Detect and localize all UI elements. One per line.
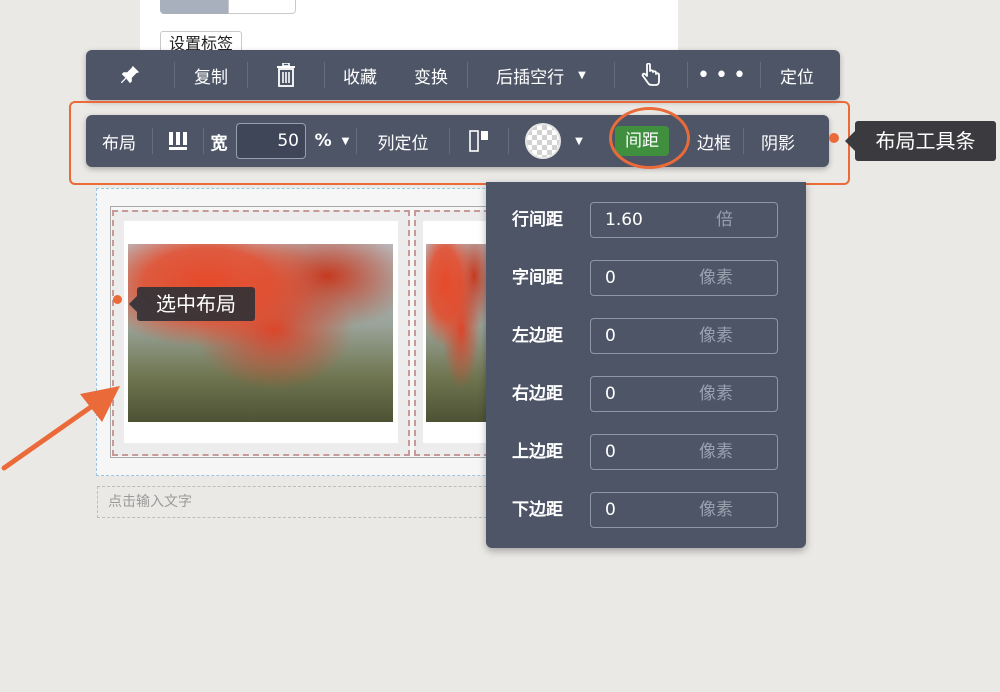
spacing-highlight-circle: [609, 107, 690, 169]
callout-dot: [829, 133, 839, 143]
field-unit: 像素: [699, 268, 733, 288]
letter-spacing-label: 字间距: [512, 268, 563, 288]
top-margin-label: 上边距: [512, 442, 563, 462]
chevron-down-icon: ▼: [578, 69, 586, 81]
arrow-icon: [1, 386, 120, 471]
bottom-margin-label: 下边距: [512, 500, 563, 520]
insert-after-button[interactable]: 后插空行 ▼: [468, 50, 614, 100]
main-toolbar: 复制 收藏 变换 后插空行 ▼ ••• 定位: [86, 50, 840, 100]
top-margin-row: 上边距 0 像素: [486, 432, 806, 472]
text-input[interactable]: 点击输入文字: [97, 486, 517, 518]
segment-left[interactable]: [160, 0, 228, 14]
selection-dot: [113, 295, 122, 304]
locate-button[interactable]: 定位: [761, 50, 833, 100]
pushpin-icon: [120, 65, 140, 84]
field-value: 0: [605, 500, 616, 520]
field-unit: 像素: [699, 500, 733, 520]
pointer-hand-icon: [641, 63, 660, 86]
left-margin-label: 左边距: [512, 326, 563, 346]
toolbar-highlight-box: [69, 101, 850, 185]
right-margin-input[interactable]: 0 像素: [590, 376, 778, 412]
left-margin-row: 左边距 0 像素: [486, 316, 806, 356]
insert-after-label: 后插空行: [496, 67, 565, 88]
field-unit: 像素: [699, 384, 733, 404]
letter-spacing-input[interactable]: 0 像素: [590, 260, 778, 296]
line-spacing-input[interactable]: 1.60 倍: [590, 202, 778, 238]
delete-button[interactable]: [248, 50, 324, 100]
left-margin-input[interactable]: 0 像素: [590, 318, 778, 354]
line-spacing-row: 行间距 1.60 倍: [486, 200, 806, 240]
right-margin-label: 右边距: [512, 384, 563, 404]
field-value: 0: [605, 326, 616, 346]
line-spacing-label: 行间距: [512, 210, 563, 230]
favorite-button[interactable]: 收藏: [325, 50, 395, 100]
maple-leaves-image[interactable]: [426, 244, 490, 422]
field-value: 0: [605, 384, 616, 404]
maple-leaves-image[interactable]: [128, 244, 393, 422]
top-margin-input[interactable]: 0 像素: [590, 434, 778, 470]
copy-button[interactable]: 复制: [175, 50, 247, 100]
field-unit: 像素: [699, 326, 733, 346]
field-value: 0: [605, 442, 616, 462]
transform-button[interactable]: 变换: [395, 50, 467, 100]
pin-button[interactable]: [86, 50, 174, 100]
toolbar-callout: 布局工具条: [845, 121, 996, 161]
field-value: 1.60: [605, 210, 643, 230]
field-unit: 像素: [699, 442, 733, 462]
trash-icon: [277, 63, 295, 87]
field-value: 0: [605, 268, 616, 288]
spacing-panel: 行间距 1.60 倍 字间距 0 像素 左边距 0 像素 右边距 0 像素 上边…: [486, 182, 806, 548]
bottom-margin-input[interactable]: 0 像素: [590, 492, 778, 528]
right-margin-row: 右边距 0 像素: [486, 374, 806, 414]
select-layout-label: 选中布局: [129, 287, 255, 321]
more-button[interactable]: •••: [688, 50, 760, 100]
select-button[interactable]: [615, 50, 687, 100]
segment-right[interactable]: [228, 0, 296, 14]
segmented-control[interactable]: [160, 0, 296, 14]
field-unit: 倍: [716, 210, 733, 230]
letter-spacing-row: 字间距 0 像素: [486, 258, 806, 298]
bottom-margin-row: 下边距 0 像素: [486, 490, 806, 530]
